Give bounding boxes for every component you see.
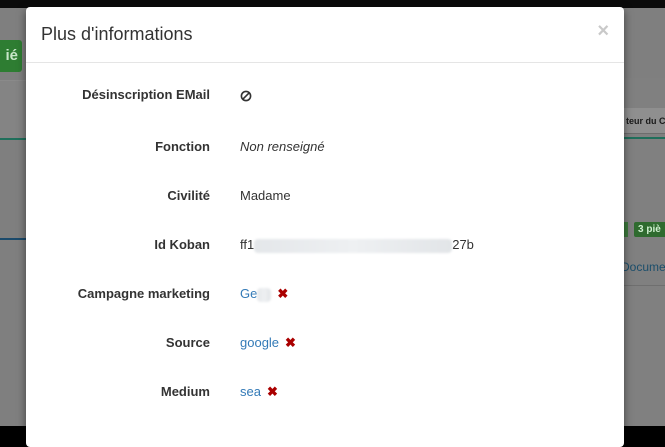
- field-label: Medium: [160, 384, 210, 399]
- koban-id-value: ff1 27b: [240, 235, 474, 255]
- campaign-value: Ge ✖: [240, 284, 288, 304]
- divider: [624, 137, 665, 139]
- info-modal: Plus d'informations × Désinscription EMa…: [26, 7, 624, 447]
- close-button[interactable]: ×: [597, 21, 609, 41]
- koban-id-suffix: 27b: [452, 237, 474, 252]
- koban-id-prefix: ff1: [240, 237, 255, 252]
- medium-link[interactable]: sea: [240, 384, 261, 399]
- modal-title: Plus d'informations: [41, 24, 193, 44]
- info-row-function: Fonction Non renseigné: [26, 137, 624, 157]
- campaign-link[interactable]: Ge: [240, 286, 272, 302]
- ban-icon: [240, 90, 252, 101]
- field-label: Source: [165, 335, 210, 350]
- background-badge-pieces: 3 piè: [634, 222, 665, 237]
- medium-value: sea ✖: [240, 382, 278, 402]
- source-value: google ✖: [240, 333, 296, 353]
- remove-medium-icon[interactable]: ✖: [267, 384, 278, 399]
- info-row-medium: Medium sea ✖: [26, 382, 624, 402]
- redacted-text: [257, 287, 272, 302]
- background-column-header: teur du Co: [624, 108, 665, 134]
- field-label: Désinscription EMail: [82, 87, 210, 102]
- remove-source-icon[interactable]: ✖: [285, 335, 296, 350]
- function-value: Non renseigné: [240, 139, 325, 154]
- modal-header: Plus d'informations ×: [26, 7, 624, 63]
- info-row-koban-id: Id Koban ff1 27b: [26, 235, 624, 255]
- background-action-button: ié: [0, 40, 22, 72]
- info-row-civility: Civilité Madame: [26, 186, 624, 206]
- field-label: Fonction: [155, 139, 210, 154]
- remove-campaign-icon[interactable]: ✖: [277, 286, 288, 301]
- source-link[interactable]: google: [240, 335, 279, 350]
- field-label: Id Koban: [154, 237, 210, 252]
- civility-value: Madame: [240, 188, 291, 203]
- divider: [624, 285, 665, 286]
- info-row-campaign: Campagne marketing Ge ✖: [26, 284, 624, 304]
- redacted-text: [254, 238, 453, 253]
- field-label: Civilité: [167, 188, 210, 203]
- info-row-unsubscribe: Désinscription EMail: [26, 85, 624, 105]
- background-badge: [624, 222, 628, 237]
- info-row-source: Source google ✖: [26, 333, 624, 353]
- background-documents-link: Docume: [621, 260, 665, 274]
- field-label: Campagne marketing: [77, 286, 210, 301]
- unsubscribe-value: [240, 85, 252, 105]
